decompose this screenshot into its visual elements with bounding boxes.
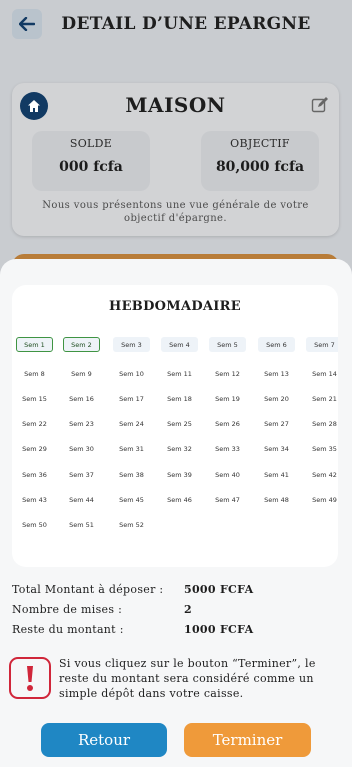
objectif-label: OBJECTIF: [230, 137, 290, 150]
week-chip[interactable]: Sem 13: [258, 366, 295, 381]
week-chip[interactable]: Sem 47: [209, 492, 246, 507]
week-chip[interactable]: Sem 2: [63, 337, 100, 352]
mises-count-value: 2: [184, 603, 192, 616]
week-chip[interactable]: Sem 20: [258, 391, 295, 406]
summary-description: Nous vous présentons une vue générale de…: [42, 200, 309, 224]
week-chip[interactable]: Sem 8: [16, 366, 53, 381]
week-chip[interactable]: Sem 4: [161, 337, 198, 352]
week-chip[interactable]: Sem 40: [209, 467, 246, 482]
retour-button[interactable]: Retour: [41, 723, 167, 757]
week-chip[interactable]: Sem 1: [16, 337, 53, 352]
mises-count-label: Nombre de mises :: [12, 603, 123, 616]
edit-button[interactable]: [311, 96, 329, 114]
week-chip[interactable]: Sem 5: [209, 337, 246, 352]
week-chip[interactable]: Sem 46: [161, 492, 198, 507]
week-chip[interactable]: Sem 28: [306, 416, 338, 431]
page-title: DETAIL D’UNE EPARGNE: [61, 14, 311, 34]
week-chip[interactable]: Sem 17: [113, 391, 150, 406]
week-chip[interactable]: Sem 35: [306, 441, 338, 456]
edit-icon: [311, 97, 328, 113]
week-chip[interactable]: Sem 15: [16, 391, 53, 406]
bottom-sheet: HEBDOMADAIRE Sem 1 Sem 2 Sem 3 Sem 4 Sem 5 Se…: [0, 259, 352, 767]
totals-section: Total Montant à déposer : 5000 FCFA Nomb…: [12, 583, 342, 643]
week-chip[interactable]: Sem 27: [258, 416, 295, 431]
week-chip[interactable]: Sem 37: [63, 467, 100, 482]
solde-value: 000 fcfa: [59, 159, 123, 175]
week-chip[interactable]: Sem 45: [113, 492, 150, 507]
week-chip[interactable]: Sem 10: [113, 366, 150, 381]
weeks-card: HEBDOMADAIRE Sem 1 Sem 2 Sem 3 Sem 4 Sem 5 Se…: [12, 285, 338, 567]
week-chip[interactable]: Sem 16: [63, 391, 100, 406]
week-chip[interactable]: Sem 7: [306, 337, 338, 352]
savings-summary-card: MAISON SOLDE 000 fcfa OBJECTIF 80,000 fc…: [12, 83, 339, 236]
week-chip[interactable]: Sem 32: [161, 441, 198, 456]
week-chip[interactable]: Sem 19: [209, 391, 246, 406]
objectif-box: OBJECTIF 80,000 fcfa: [201, 131, 319, 191]
week-chip[interactable]: Sem 11: [161, 366, 198, 381]
week-chip[interactable]: Sem 29: [16, 441, 53, 456]
week-chip[interactable]: Sem 33: [209, 441, 246, 456]
week-chip[interactable]: Sem 21: [306, 391, 338, 406]
week-chip[interactable]: Sem 30: [63, 441, 100, 456]
mises-count-row: Nombre de mises : 2: [12, 603, 342, 623]
week-chip[interactable]: Sem 50: [16, 517, 53, 532]
solde-box: SOLDE 000 fcfa: [32, 131, 150, 191]
objectif-value: 80,000 fcfa: [215, 159, 305, 175]
week-chip[interactable]: Sem 9: [63, 366, 100, 381]
total-amount-value: 5000 FCFA: [184, 583, 254, 596]
week-chip[interactable]: Sem 36: [16, 467, 53, 482]
exclamation-icon: [9, 657, 51, 699]
week-chip[interactable]: Sem 22: [16, 416, 53, 431]
warning-text: Si vous cliquez sur le bouton “Terminer”…: [59, 657, 316, 700]
weeks-title: HEBDOMADAIRE: [108, 299, 241, 314]
week-chip[interactable]: Sem 49: [306, 492, 338, 507]
week-chip[interactable]: Sem 24: [113, 416, 150, 431]
total-amount-row: Total Montant à déposer : 5000 FCFA: [12, 583, 342, 603]
app-header: DETAIL D’UNE EPARGNE: [0, 0, 352, 52]
week-chip[interactable]: Sem 3: [113, 337, 150, 352]
solde-label: SOLDE: [69, 137, 113, 150]
week-chip[interactable]: Sem 23: [63, 416, 100, 431]
week-chip[interactable]: Sem 26: [209, 416, 246, 431]
remaining-amount-value: 1000 FCFA: [184, 623, 254, 636]
week-chip[interactable]: Sem 14: [306, 366, 338, 381]
remaining-amount-row: Reste du montant : 1000 FCFA: [12, 623, 342, 643]
terminer-button[interactable]: Terminer: [184, 723, 311, 757]
week-chip[interactable]: Sem 39: [161, 467, 198, 482]
week-chip[interactable]: Sem 52: [113, 517, 150, 532]
week-chip[interactable]: Sem 6: [258, 337, 295, 352]
total-amount-label: Total Montant à déposer :: [12, 583, 164, 596]
savings-name: MAISON: [125, 93, 226, 117]
week-chip[interactable]: Sem 42: [306, 467, 338, 482]
week-chip[interactable]: Sem 48: [258, 492, 295, 507]
week-chip[interactable]: Sem 12: [209, 366, 246, 381]
week-chip[interactable]: Sem 31: [113, 441, 150, 456]
week-chip[interactable]: Sem 38: [113, 467, 150, 482]
remaining-amount-label: Reste du montant :: [12, 623, 124, 636]
week-chip[interactable]: Sem 41: [258, 467, 295, 482]
week-chip[interactable]: Sem 18: [161, 391, 198, 406]
week-chip[interactable]: Sem 25: [161, 416, 198, 431]
week-chip[interactable]: Sem 43: [16, 492, 53, 507]
week-chip[interactable]: Sem 44: [63, 492, 100, 507]
week-chip[interactable]: Sem 51: [63, 517, 100, 532]
week-chip[interactable]: Sem 34: [258, 441, 295, 456]
